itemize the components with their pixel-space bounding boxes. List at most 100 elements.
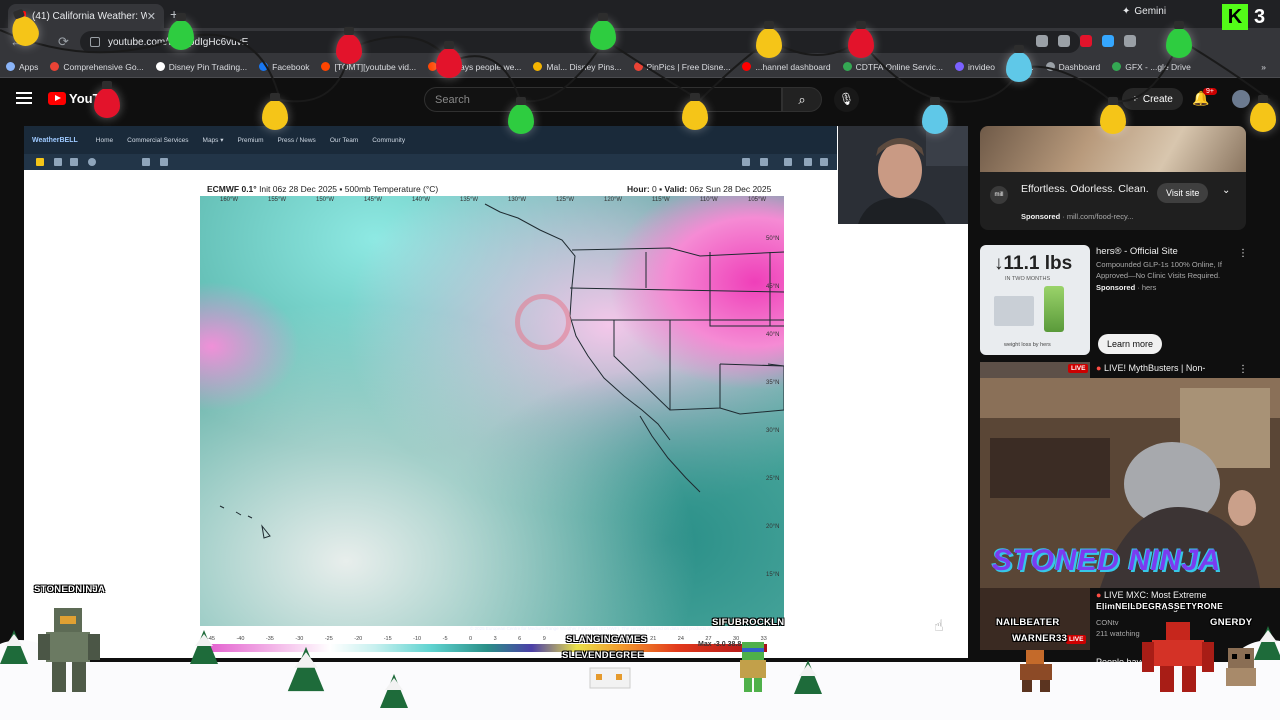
bookmarks-bar: Apps Comprehensive Go... Disney Pin Tradin… (0, 56, 1280, 78)
bookmark-label: PinPics | Free Disne... (646, 61, 731, 72)
colorbar-ticks: -45 -40 -35 -30 -25 -20 -15 -10 -5 0 3 6 9 12 15 18 21 24… (207, 636, 767, 642)
bookmark-item[interactable]: Mal... Disney Pins... (533, 62, 622, 72)
weatherbell-nav-item[interactable]: Community (372, 137, 405, 144)
ad-meta: Sponsored · hers (1096, 283, 1157, 292)
ad-title[interactable]: Effortless. Odorless. Clean. (1021, 182, 1151, 196)
ad-thumb-caption: weight loss by hers (1004, 342, 1051, 348)
colorbar-tick: -15 (383, 636, 392, 642)
video-title[interactable]: ● LIVE! MythBusters | Non- (1096, 363, 1205, 373)
bookmark-item[interactable]: CDTFA Online Servic... (842, 62, 943, 72)
bookmark-label: Disney Pin Trading... (168, 61, 248, 72)
weatherbell-nav-item[interactable]: Commercial Services (127, 137, 188, 144)
plus-icon: + (1132, 93, 1138, 105)
latitude-label: 30°N (766, 428, 780, 434)
bookmark-item[interactable]: Apps (6, 62, 38, 72)
chat-name-label: SLEVENDEGREE (562, 650, 644, 661)
blue-bulb-icon (1006, 45, 1032, 82)
more-options-icon[interactable]: ⋮ (1238, 248, 1248, 259)
chat-name-label: STONEDNINJA (34, 584, 106, 595)
tab-close-icon[interactable]: ✕ (147, 10, 156, 23)
site-info-icon[interactable] (90, 37, 100, 47)
weatherbell-nav-item[interactable]: Maps ▾ (203, 136, 224, 144)
search-input[interactable]: Search (424, 87, 782, 112)
ad-domain: mill.com/food-recy... (1066, 212, 1134, 221)
more-bookmarks-button[interactable]: » (1261, 62, 1280, 72)
pine-tree-icon (794, 660, 822, 694)
ad-card-mill[interactable] (980, 172, 1246, 230)
streamer-webcam (838, 126, 968, 224)
channel-name: CONtv (1096, 618, 1119, 627)
chat-name-label: GNERDY (1210, 617, 1253, 628)
red-bulb-icon (848, 21, 874, 58)
bookmark-item[interactable]: ...hannel dashboard (742, 62, 831, 72)
bookmark-star-icon[interactable] (1058, 35, 1070, 47)
weatherbell-nav-item[interactable]: Our Team (330, 137, 358, 144)
gemini-button[interactable]: ✦ Gemini (1122, 6, 1166, 17)
bookmark-item[interactable]: Facebook (259, 62, 309, 72)
extension-blue-icon[interactable] (1102, 35, 1114, 47)
settings-icon (88, 158, 96, 166)
learn-more-button[interactable]: Learn more (1098, 334, 1163, 354)
red-bulb-icon (436, 41, 462, 78)
max-value-label: Max -3.0 38.8 (698, 641, 741, 648)
weatherbell-nav-item[interactable]: Premium (238, 137, 264, 144)
bookmark-item[interactable]: Dashboard (1045, 62, 1100, 72)
live-dot-icon: ● (1096, 363, 1102, 373)
weatherbell-nav-item[interactable]: Press / News (278, 137, 316, 144)
youtube-header: YouT Search ⌕ 🎙 + Create 🔔 9+ (0, 78, 1280, 122)
grid-icon (54, 158, 62, 166)
bookmark-item[interactable]: GFX - ...gle Drive (1112, 62, 1191, 72)
reload-icon[interactable]: ⟳ (58, 34, 69, 50)
menu-hamburger-icon[interactable] (16, 92, 32, 104)
address-bar[interactable]: youtube.com/w...=pdIgHc6vuvE (80, 31, 1080, 53)
extension-icons (1036, 35, 1136, 47)
bookmark-label: Apps (19, 61, 39, 72)
extensions-puzzle-icon[interactable] (1124, 35, 1136, 47)
fullscreen-icon (70, 158, 78, 166)
red-bulb-icon (336, 27, 362, 64)
more-options-icon[interactable]: ⋮ (1238, 364, 1248, 375)
snow-ground (0, 662, 1280, 720)
bookmark-label: Facebook (272, 61, 310, 72)
live-dot-icon: ● (1096, 590, 1102, 600)
yellow-bulb-icon (756, 21, 782, 58)
bookmark-item[interactable]: Comprehensive Go... (50, 61, 144, 72)
tab-title: (41) California Weather: Winds... (32, 10, 147, 22)
bookmark-item[interactable]: Disney Pin Trading... (155, 61, 248, 72)
gemini-label: Gemini (1134, 6, 1167, 17)
chevron-down-icon[interactable]: ⌄ (1222, 185, 1230, 196)
max-label: Max (698, 641, 712, 648)
chat-name-label: WARNER33 (1012, 633, 1068, 644)
longitude-label: 145°W (364, 197, 383, 203)
weatherbell-nav-item[interactable]: Home (96, 137, 113, 144)
latitude-label: 40°N (766, 332, 780, 338)
ad-title[interactable]: hers® - Official Site (1096, 246, 1178, 257)
youtube-play-icon (48, 92, 66, 105)
longitude-label: 155°W (268, 197, 287, 203)
bookmark-item[interactable]: invideo (954, 62, 995, 72)
bookmark-item[interactable]: [TOMT][youtube vid... (321, 62, 416, 72)
visit-site-button[interactable]: Visit site (1157, 183, 1209, 203)
create-button[interactable]: + Create (1122, 88, 1183, 110)
longitude-label: 105°W (748, 197, 767, 203)
account-avatar[interactable] (1232, 90, 1250, 108)
youtube-logo[interactable]: YouT (48, 91, 101, 106)
bookmark-item[interactable]: PinPics | Free Disne... (633, 61, 731, 72)
sponsored-label: Sponsored (1021, 212, 1061, 221)
pine-tree-icon (190, 630, 218, 664)
install-app-icon[interactable] (1036, 35, 1048, 47)
longitude-label: 150°W (316, 197, 335, 203)
video-player[interactable]: WeatherBELL Home Commercial Services Maps … (24, 126, 968, 658)
bookmark-label: Comprehensive Go... (63, 61, 144, 72)
previous-frame-icon (160, 158, 168, 166)
bookmark-favicon-icon (1045, 62, 1055, 71)
search-button[interactable]: ⌕ (782, 87, 822, 112)
cat-sprite (589, 667, 631, 689)
voice-search-button[interactable]: 🎙 (834, 87, 859, 112)
map-controls-bar (24, 154, 837, 170)
bookmark-favicon-icon (533, 62, 543, 71)
extension-red-icon[interactable] (1080, 35, 1092, 47)
colorbar-tick: 6 (518, 636, 522, 642)
chat-name-label: SLANGINGAMES (566, 634, 648, 645)
red-mech-sprite (1142, 622, 1214, 692)
